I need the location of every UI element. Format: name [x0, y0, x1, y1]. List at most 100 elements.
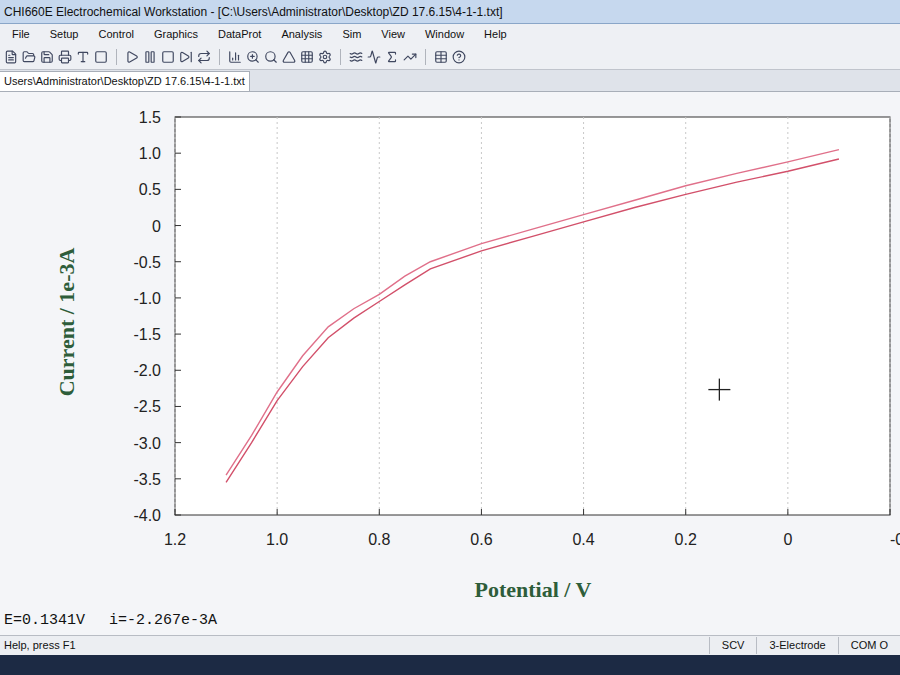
x-tick: -0. — [890, 117, 900, 548]
repeat-icon[interactable] — [197, 50, 211, 64]
svg-text:0.5: 0.5 — [139, 181, 161, 198]
trend-icon[interactable] — [403, 50, 417, 64]
x-tick: 1.2 — [164, 117, 186, 548]
svg-text:-1.5: -1.5 — [133, 326, 161, 343]
tab-strip: Users\Administrator\Desktop\ZD 17.6.15\4… — [0, 70, 900, 92]
cv-curve — [226, 159, 839, 482]
y-tick: -2.5 — [133, 398, 181, 415]
x-tick: 0.8 — [368, 117, 390, 548]
toolbar — [0, 44, 900, 70]
toolbar-separator — [116, 49, 117, 65]
svg-text:-0.: -0. — [890, 531, 900, 548]
status-help: Help, press F1 — [0, 637, 709, 654]
y-tick: -1.0 — [133, 290, 181, 307]
table-icon[interactable] — [434, 50, 448, 64]
svg-text:-4.0: -4.0 — [133, 507, 161, 524]
frame-icon[interactable] — [94, 50, 108, 64]
settings-icon[interactable] — [318, 50, 332, 64]
y-tick: 1.5 — [139, 109, 181, 126]
graph-icon[interactable] — [228, 50, 242, 64]
menu-bar: File Setup Control Graphics DataProt Analysis… — [0, 24, 900, 44]
cursor-crosshair — [708, 379, 730, 401]
stop-icon[interactable] — [161, 50, 175, 64]
current-readout: i=-2.267e-3A — [109, 610, 217, 633]
print-icon[interactable] — [58, 50, 72, 64]
activity-icon[interactable] — [367, 50, 381, 64]
cv-chart: 1.2 1.0 0.8 0.6 0.4 0.2 0 -0. 1.5 1.0 0.5 0 -0.5 -1.0… — [0, 92, 900, 607]
integral-icon[interactable] — [385, 50, 399, 64]
menu-item[interactable]: Control — [94, 26, 137, 43]
y-tick: -4.0 — [133, 507, 181, 524]
menu-item[interactable]: File — [8, 26, 34, 43]
status-field: SCV — [709, 637, 757, 654]
app-window: CHI660E Electrochemical Workstation - [C… — [0, 0, 900, 675]
svg-text:-1.0: -1.0 — [133, 290, 161, 307]
status-field: 3-Electrode — [756, 637, 837, 654]
svg-text:-0.5: -0.5 — [133, 254, 161, 271]
toolbar-separator — [425, 49, 426, 65]
help-icon[interactable] — [452, 50, 466, 64]
y-axis-label: Current / 1e-3A — [54, 248, 79, 397]
x-tick: 0.6 — [470, 117, 492, 548]
new-file-icon[interactable] — [4, 50, 18, 64]
wave-icon[interactable] — [349, 50, 363, 64]
x-tick: 1.0 — [266, 117, 288, 548]
status-field: COM O — [838, 637, 900, 654]
menu-item[interactable]: DataProt — [214, 26, 265, 43]
menu-item[interactable]: Setup — [46, 26, 83, 43]
svg-text:1.0: 1.0 — [266, 531, 288, 548]
x-tick: 0.4 — [572, 117, 594, 548]
y-tick: -2.0 — [133, 362, 181, 379]
menu-item[interactable]: Graphics — [150, 26, 202, 43]
grid-icon[interactable] — [300, 50, 314, 64]
y-tick: 0.5 — [139, 181, 181, 198]
y-tick: 1.0 — [139, 145, 181, 162]
x-tick: 0.2 — [675, 117, 697, 548]
toolbar-separator — [340, 49, 341, 65]
zoom-icon[interactable] — [246, 50, 260, 64]
svg-text:0.2: 0.2 — [675, 531, 697, 548]
svg-text:1.2: 1.2 — [164, 531, 186, 548]
y-tick: -3.5 — [133, 471, 181, 488]
svg-text:0.6: 0.6 — [470, 531, 492, 548]
x-axis-label: Potential / V — [475, 577, 592, 602]
menu-item[interactable]: View — [377, 26, 409, 43]
menu-item[interactable]: Sim — [338, 26, 365, 43]
y-tick: 0 — [152, 218, 181, 235]
pause-icon[interactable] — [143, 50, 157, 64]
svg-text:1.5: 1.5 — [139, 109, 161, 126]
svg-text:-2.0: -2.0 — [133, 362, 161, 379]
toolbar-separator — [219, 49, 220, 65]
cursor-readout: E=0.1341V i=-2.267e-3A — [0, 607, 900, 635]
save-icon[interactable] — [40, 50, 54, 64]
x-tick: 0 — [783, 117, 792, 548]
y-tick: -3.0 — [133, 435, 181, 452]
svg-text:0: 0 — [152, 218, 161, 235]
plot-area — [175, 117, 890, 515]
title-bar: CHI660E Electrochemical Workstation - [C… — [0, 0, 900, 24]
svg-text:1.0: 1.0 — [139, 145, 161, 162]
taskbar — [0, 655, 900, 675]
menu-item[interactable]: Help — [480, 26, 511, 43]
svg-text:0.8: 0.8 — [368, 531, 390, 548]
search-icon[interactable] — [264, 50, 278, 64]
svg-text:-3.0: -3.0 — [133, 435, 161, 452]
status-bar: Help, press F1SCV3-ElectrodeCOM O — [0, 635, 900, 655]
peak-icon[interactable] — [282, 50, 296, 64]
y-tick: -1.5 — [133, 326, 181, 343]
svg-text:0.4: 0.4 — [572, 531, 594, 548]
y-tick: -0.5 — [133, 254, 181, 271]
skip-icon[interactable] — [179, 50, 193, 64]
run-icon[interactable] — [125, 50, 139, 64]
text-icon[interactable] — [76, 50, 90, 64]
open-icon[interactable] — [22, 50, 36, 64]
svg-text:-3.5: -3.5 — [133, 471, 161, 488]
cv-curve — [226, 150, 839, 476]
document-tab[interactable]: Users\Administrator\Desktop\ZD 17.6.15\4… — [0, 71, 250, 91]
window-title: CHI660E Electrochemical Workstation - [C… — [4, 3, 503, 21]
svg-text:0: 0 — [783, 531, 792, 548]
menu-item[interactable]: Window — [421, 26, 468, 43]
menu-item[interactable]: Analysis — [277, 26, 326, 43]
potential-readout: E=0.1341V — [4, 610, 85, 633]
svg-text:-2.5: -2.5 — [133, 398, 161, 415]
